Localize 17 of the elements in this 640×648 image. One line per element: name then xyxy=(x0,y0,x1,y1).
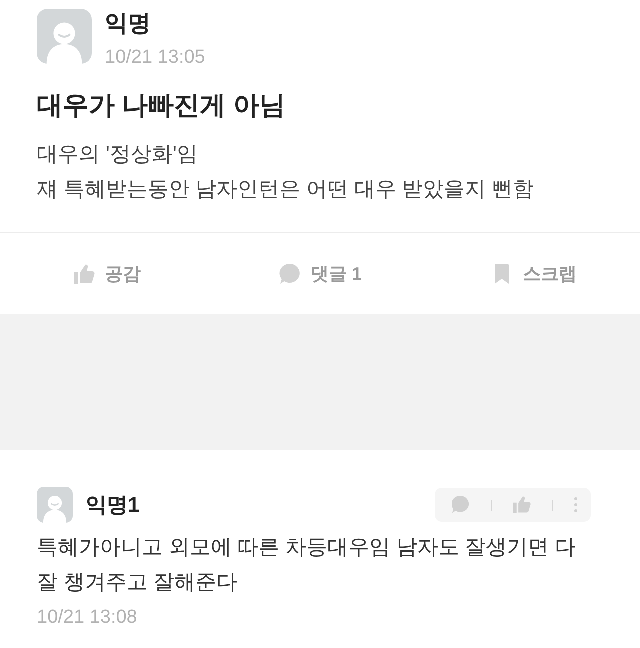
comment-text: 특혜가아니고 외모에 따른 차등대우임 남자도 잘생기면 다 잘 챙겨주고 잘해준다 xyxy=(37,535,578,596)
comment-button[interactable]: 댓글 1 xyxy=(272,258,368,290)
avatar-icon xyxy=(37,9,92,64)
avatar-icon xyxy=(37,487,73,523)
author-name: 익명 xyxy=(105,9,152,37)
speech-bubble-icon xyxy=(278,262,302,286)
post-body-line: 쟤 특혜받는동안 남자인턴은 어떤 대우 받았을지 뻔함 xyxy=(37,177,536,203)
post-body-line: 대우의 '정상화'임 xyxy=(37,142,199,168)
commenter-name: 익명1 xyxy=(86,493,141,519)
more-icon[interactable] xyxy=(574,497,578,513)
post-title: 대우가 나빠진게 아님 xyxy=(37,89,286,122)
thumbs-up-icon[interactable] xyxy=(513,496,531,514)
comment-time: 10/21 13:08 xyxy=(37,606,138,630)
post-time: 10/21 13:05 xyxy=(105,46,206,70)
like-button[interactable]: 공감 xyxy=(66,258,148,290)
scrap-button[interactable]: 스크랩 xyxy=(484,258,583,290)
speech-bubble-icon[interactable] xyxy=(452,496,470,514)
